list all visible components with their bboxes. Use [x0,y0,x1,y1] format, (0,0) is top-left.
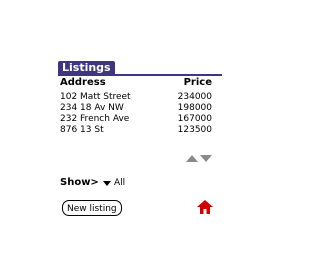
row-address: 876 13 St [60,125,104,135]
show-filter-dropdown[interactable]: All [103,178,125,188]
row-price: 167000 [177,114,212,124]
scroll-down-icon[interactable] [200,155,212,162]
table-row[interactable]: 876 13 St 123500 [60,125,212,136]
filter-value: All [114,178,126,188]
row-address: 102 Matt Street [60,92,131,102]
listings-table: 102 Matt Street 234000 234 18 Av NW 1980… [60,92,212,136]
table-row[interactable]: 232 French Ave 167000 [60,114,212,125]
column-header-price: Price [183,77,212,88]
dropdown-triangle-icon [103,180,111,186]
row-price: 123500 [177,125,212,135]
row-address: 232 French Ave [60,114,130,124]
row-price: 234000 [177,92,212,102]
title-rule [58,74,222,76]
row-price: 198000 [177,103,212,113]
scroll-controls [186,155,212,162]
scroll-up-icon[interactable] [186,155,198,162]
home-icon[interactable] [197,200,213,214]
form-title: Listings [58,61,115,75]
new-listing-button[interactable]: New listing [62,200,122,216]
table-row[interactable]: 234 18 Av NW 198000 [60,103,212,114]
show-label: Show> [60,177,99,188]
row-address: 234 18 Av NW [60,103,124,113]
table-row[interactable]: 102 Matt Street 234000 [60,92,212,103]
column-header-address: Address [60,77,106,88]
